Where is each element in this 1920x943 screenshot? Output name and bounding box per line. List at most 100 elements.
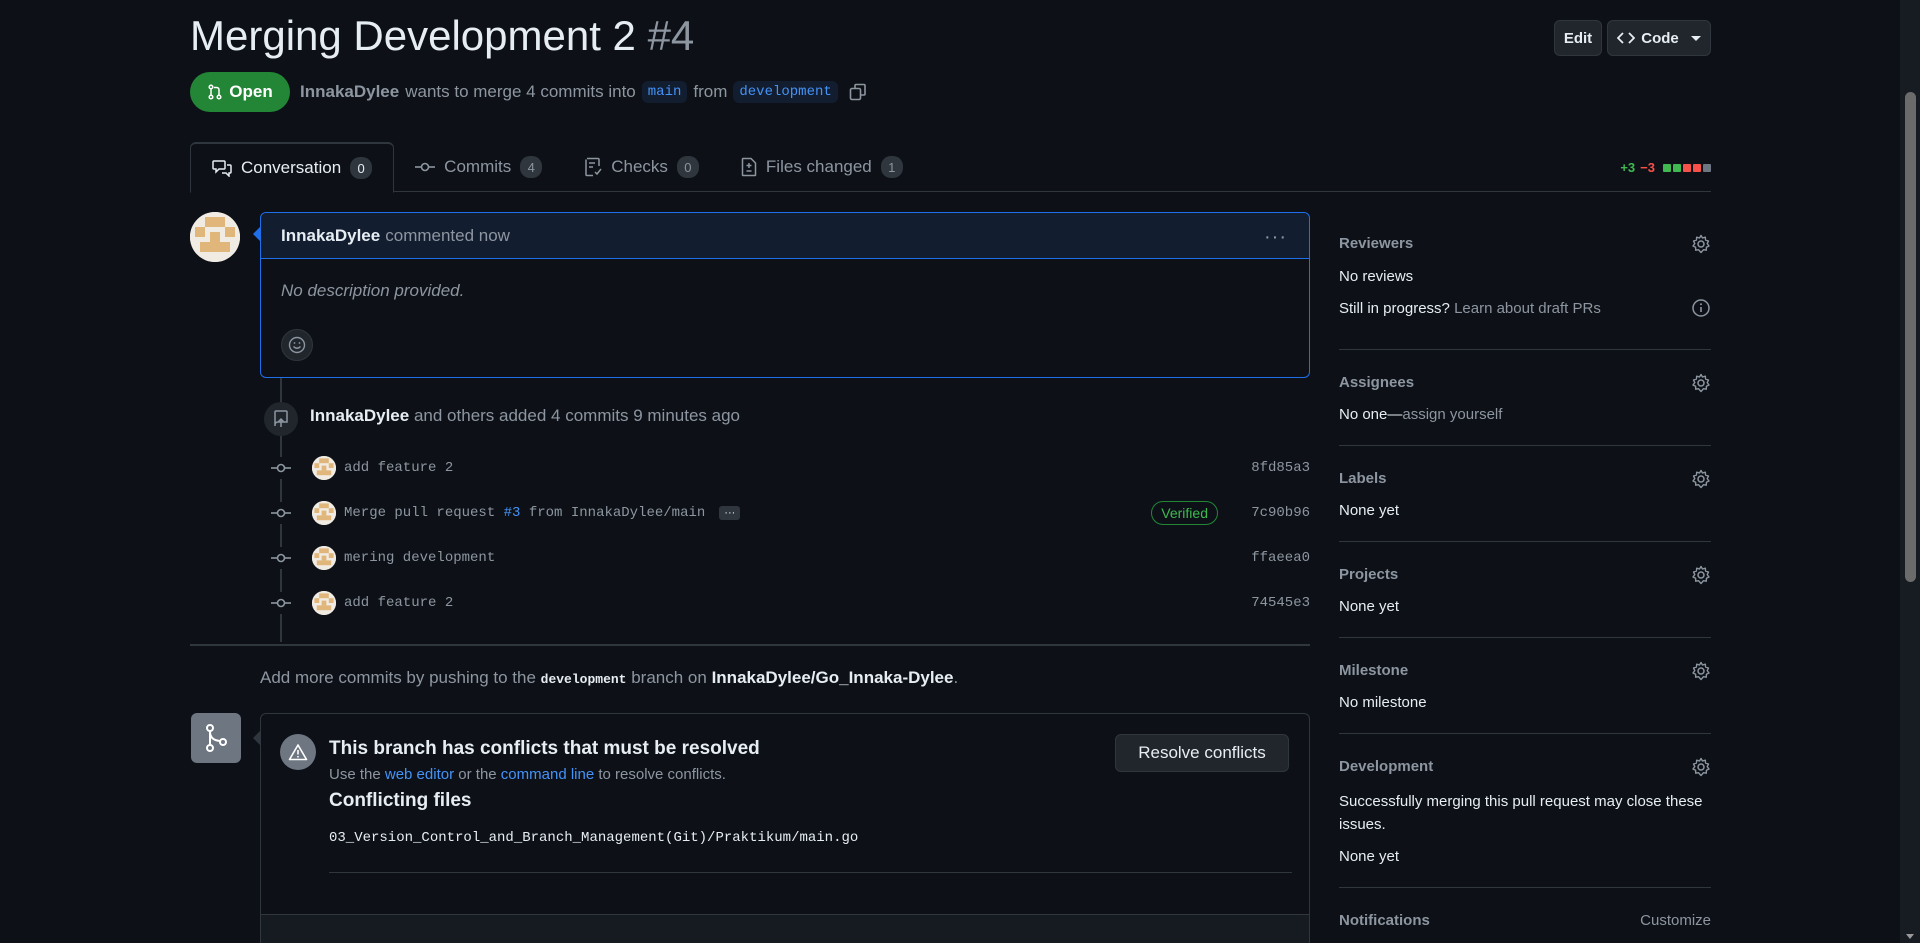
customize-notifications-link[interactable]: Customize <box>1640 912 1711 929</box>
git-commit-icon <box>270 502 292 524</box>
conflicting-file-path: 03_Version_Control_and_Branch_Management… <box>329 830 859 846</box>
pr-author-link[interactable]: InnakaDylee <box>300 82 399 102</box>
merge-description: InnakaDylee wants to merge 4 commits int… <box>300 81 868 103</box>
avatar[interactable] <box>312 501 336 525</box>
gear-icon[interactable] <box>1691 661 1711 681</box>
merge-sub-suffix: to resolve conflicts. <box>598 766 726 783</box>
add-reaction-button[interactable] <box>281 329 313 361</box>
push-hint: Add more commits by pushing to the devel… <box>260 668 958 688</box>
avatar[interactable] <box>190 212 240 262</box>
commit-sha[interactable]: ffaeea0 <box>1251 550 1310 566</box>
diffstat-block <box>1703 163 1711 172</box>
from-text: from <box>693 82 728 101</box>
edit-button[interactable]: Edit <box>1554 20 1602 56</box>
page-scrollbar[interactable] <box>1900 0 1920 943</box>
expand-commit-button[interactable]: ··· <box>719 506 741 520</box>
code-button[interactable]: Code <box>1607 20 1711 56</box>
comment-body: No description provided. <box>281 281 465 300</box>
status-badge: Open <box>190 72 290 112</box>
diffstat-blocks <box>1663 163 1711 172</box>
gear-icon[interactable] <box>1691 565 1711 585</box>
sidebar-heading: Development <box>1339 758 1434 775</box>
diffstat-block <box>1683 163 1691 172</box>
tab-counter: 4 <box>520 156 543 178</box>
repo-link[interactable]: InnakaDylee/Go_Innaka-Dylee <box>712 668 954 687</box>
git-commit-icon <box>270 592 292 614</box>
timeline-end-divider <box>190 644 1310 646</box>
push-hint-branch: development <box>540 672 627 687</box>
sidebar-development: Development Successfully merging this pu… <box>1339 734 1711 888</box>
copy-icon[interactable] <box>848 82 868 102</box>
base-branch[interactable]: main <box>641 81 688 103</box>
merge-status-title: This branch has conflicts that must be r… <box>329 738 760 759</box>
assign-yourself-link[interactable]: assign yourself <box>1402 406 1502 423</box>
gear-icon[interactable] <box>1691 757 1711 777</box>
chevron-down-icon <box>1690 35 1701 41</box>
diffstat-additions: +3 <box>1620 160 1636 175</box>
merge-sub-mid: or the <box>458 766 497 783</box>
tab-label: Files changed <box>765 157 872 176</box>
comment-timestamp[interactable]: commented now <box>385 226 510 246</box>
scrollbar-thumb[interactable] <box>1905 92 1916 582</box>
status-label: Open <box>229 82 273 101</box>
code-button-label: Code <box>1641 29 1679 47</box>
sidebar-milestone: Milestone No milestone <box>1339 638 1711 734</box>
kebab-menu-icon[interactable]: ··· <box>1264 226 1287 249</box>
info-icon[interactable] <box>1691 298 1711 318</box>
diffstat-block <box>1673 163 1681 172</box>
command-line-link[interactable]: command line <box>501 766 594 783</box>
sidebar-heading: Assignees <box>1339 374 1415 391</box>
pull-request-icon <box>208 84 222 100</box>
sidebar-heading: Labels <box>1339 470 1387 487</box>
labels-value: None yet <box>1339 502 1400 519</box>
commit-row: Merge pull request #3 from InnakaDylee/m… <box>270 495 1310 531</box>
avatar[interactable] <box>312 456 336 480</box>
git-merge-icon <box>191 713 241 763</box>
head-branch[interactable]: development <box>733 81 838 103</box>
tab-commits[interactable]: Commits 4 <box>394 142 563 192</box>
commit-message[interactable]: add feature 2 <box>344 460 453 476</box>
push-hint-prefix: Add more commits by pushing to the <box>260 668 536 687</box>
tab-label: Commits <box>444 157 512 176</box>
web-editor-link[interactable]: web editor <box>385 766 454 783</box>
avatar[interactable] <box>312 546 336 570</box>
verified-badge[interactable]: Verified <box>1151 501 1218 525</box>
comment-author[interactable]: InnakaDylee <box>281 226 380 246</box>
commits-added-event: InnakaDylee and others added 4 commits 9… <box>310 406 740 426</box>
merge-divider <box>329 872 1292 873</box>
push-hint-middle: branch on <box>631 668 707 687</box>
checklist-icon <box>585 157 602 177</box>
projects-value: None yet <box>1339 598 1400 615</box>
diffstat-deletions: −3 <box>1640 160 1655 175</box>
commit-message[interactable]: Merge pull request #3 from InnakaDylee/m… <box>344 505 705 521</box>
sidebar-heading: Notifications <box>1339 912 1430 929</box>
comment-header: InnakaDylee commented now ··· <box>261 213 1309 259</box>
git-commit-icon <box>270 547 292 569</box>
reviewers-value: No reviews <box>1339 268 1414 285</box>
sidebar-labels: Labels None yet <box>1339 446 1711 542</box>
file-diff-icon <box>741 157 757 177</box>
tab-checks[interactable]: Checks 0 <box>563 142 720 192</box>
commit-sha[interactable]: 74545e3 <box>1251 595 1310 611</box>
commit-sha[interactable]: 8fd85a3 <box>1251 460 1310 476</box>
scroll-down-icon[interactable] <box>1906 934 1914 939</box>
gear-icon[interactable] <box>1691 469 1711 489</box>
tab-conversation[interactable]: Conversation 0 <box>190 142 395 193</box>
tab-files-changed[interactable]: Files changed 1 <box>720 142 924 192</box>
sidebar-heading: Projects <box>1339 566 1399 583</box>
event-author[interactable]: InnakaDylee <box>310 406 409 425</box>
commit-message[interactable]: mering development <box>344 550 495 566</box>
gear-icon[interactable] <box>1691 234 1711 254</box>
commit-sha[interactable]: 7c90b96 <box>1251 505 1310 521</box>
tab-counter: 0 <box>676 156 699 178</box>
identicon <box>190 212 240 262</box>
sidebar-notifications: Notifications Customize <box>1339 888 1711 943</box>
gear-icon[interactable] <box>1691 373 1711 393</box>
commit-message[interactable]: add feature 2 <box>344 595 453 611</box>
avatar[interactable] <box>312 591 336 615</box>
resolve-conflicts-button[interactable]: Resolve conflicts <box>1115 734 1289 772</box>
draft-pr-link[interactable]: Learn about draft PRs <box>1454 300 1601 317</box>
pr-reference-link[interactable]: #3 <box>504 505 521 521</box>
pr-title-text: Merging Development 2 <box>190 12 636 59</box>
commit-message-pre: Merge pull request <box>344 505 504 521</box>
